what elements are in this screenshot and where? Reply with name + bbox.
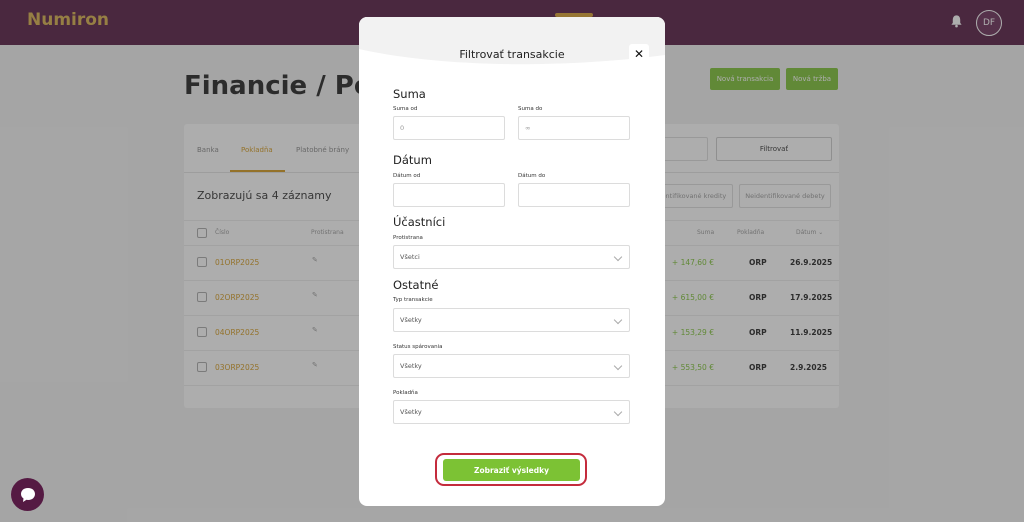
show-results-button[interactable]: Zobraziť výsledky xyxy=(443,459,580,481)
amount-to-label: Suma do xyxy=(518,106,543,112)
cashbox-select[interactable]: Všetky xyxy=(393,400,630,424)
pairing-status-select-value: Všetky xyxy=(400,362,422,370)
chevron-down-icon xyxy=(613,361,623,371)
header-wave xyxy=(359,49,665,77)
date-from-label: Dátum od xyxy=(393,173,421,179)
amount-from-input[interactable]: 0 xyxy=(393,116,505,140)
section-title-amount: Suma xyxy=(393,87,426,101)
close-button[interactable]: ✕ xyxy=(629,44,649,64)
counterparty-select-value: Všetci xyxy=(400,253,420,261)
amount-to-input[interactable]: ∞ xyxy=(518,116,630,140)
pairing-status-select[interactable]: Všetky xyxy=(393,354,630,378)
chevron-down-icon xyxy=(613,315,623,325)
chat-button[interactable] xyxy=(11,478,44,511)
chevron-down-icon xyxy=(613,407,623,417)
modal-title: Filtrovať transakcie xyxy=(459,48,565,61)
close-icon: ✕ xyxy=(633,47,645,61)
pairing-status-label: Status spárovania xyxy=(393,344,443,350)
section-title-other: Ostatné xyxy=(393,278,439,292)
chevron-down-icon xyxy=(613,252,623,262)
section-title-date: Dátum xyxy=(393,153,432,167)
cashbox-label: Pokladňa xyxy=(393,390,418,396)
amount-from-label: Suma od xyxy=(393,106,418,112)
date-to-input[interactable] xyxy=(518,183,630,207)
counterparty-label: Protistrana xyxy=(393,235,423,241)
section-title-participants: Účastníci xyxy=(393,215,446,229)
date-to-label: Dátum do xyxy=(518,173,546,179)
chat-bubble-icon xyxy=(20,487,35,502)
transaction-type-select-value: Všetky xyxy=(400,316,422,324)
transaction-type-select[interactable]: Všetky xyxy=(393,308,630,332)
transaction-type-label: Typ transakcie xyxy=(393,297,433,303)
filter-modal: Filtrovať transakcie ✕ Suma Suma od Suma… xyxy=(359,17,665,506)
cashbox-select-value: Všetky xyxy=(400,408,422,416)
date-from-input[interactable] xyxy=(393,183,505,207)
counterparty-select[interactable]: Všetci xyxy=(393,245,630,269)
